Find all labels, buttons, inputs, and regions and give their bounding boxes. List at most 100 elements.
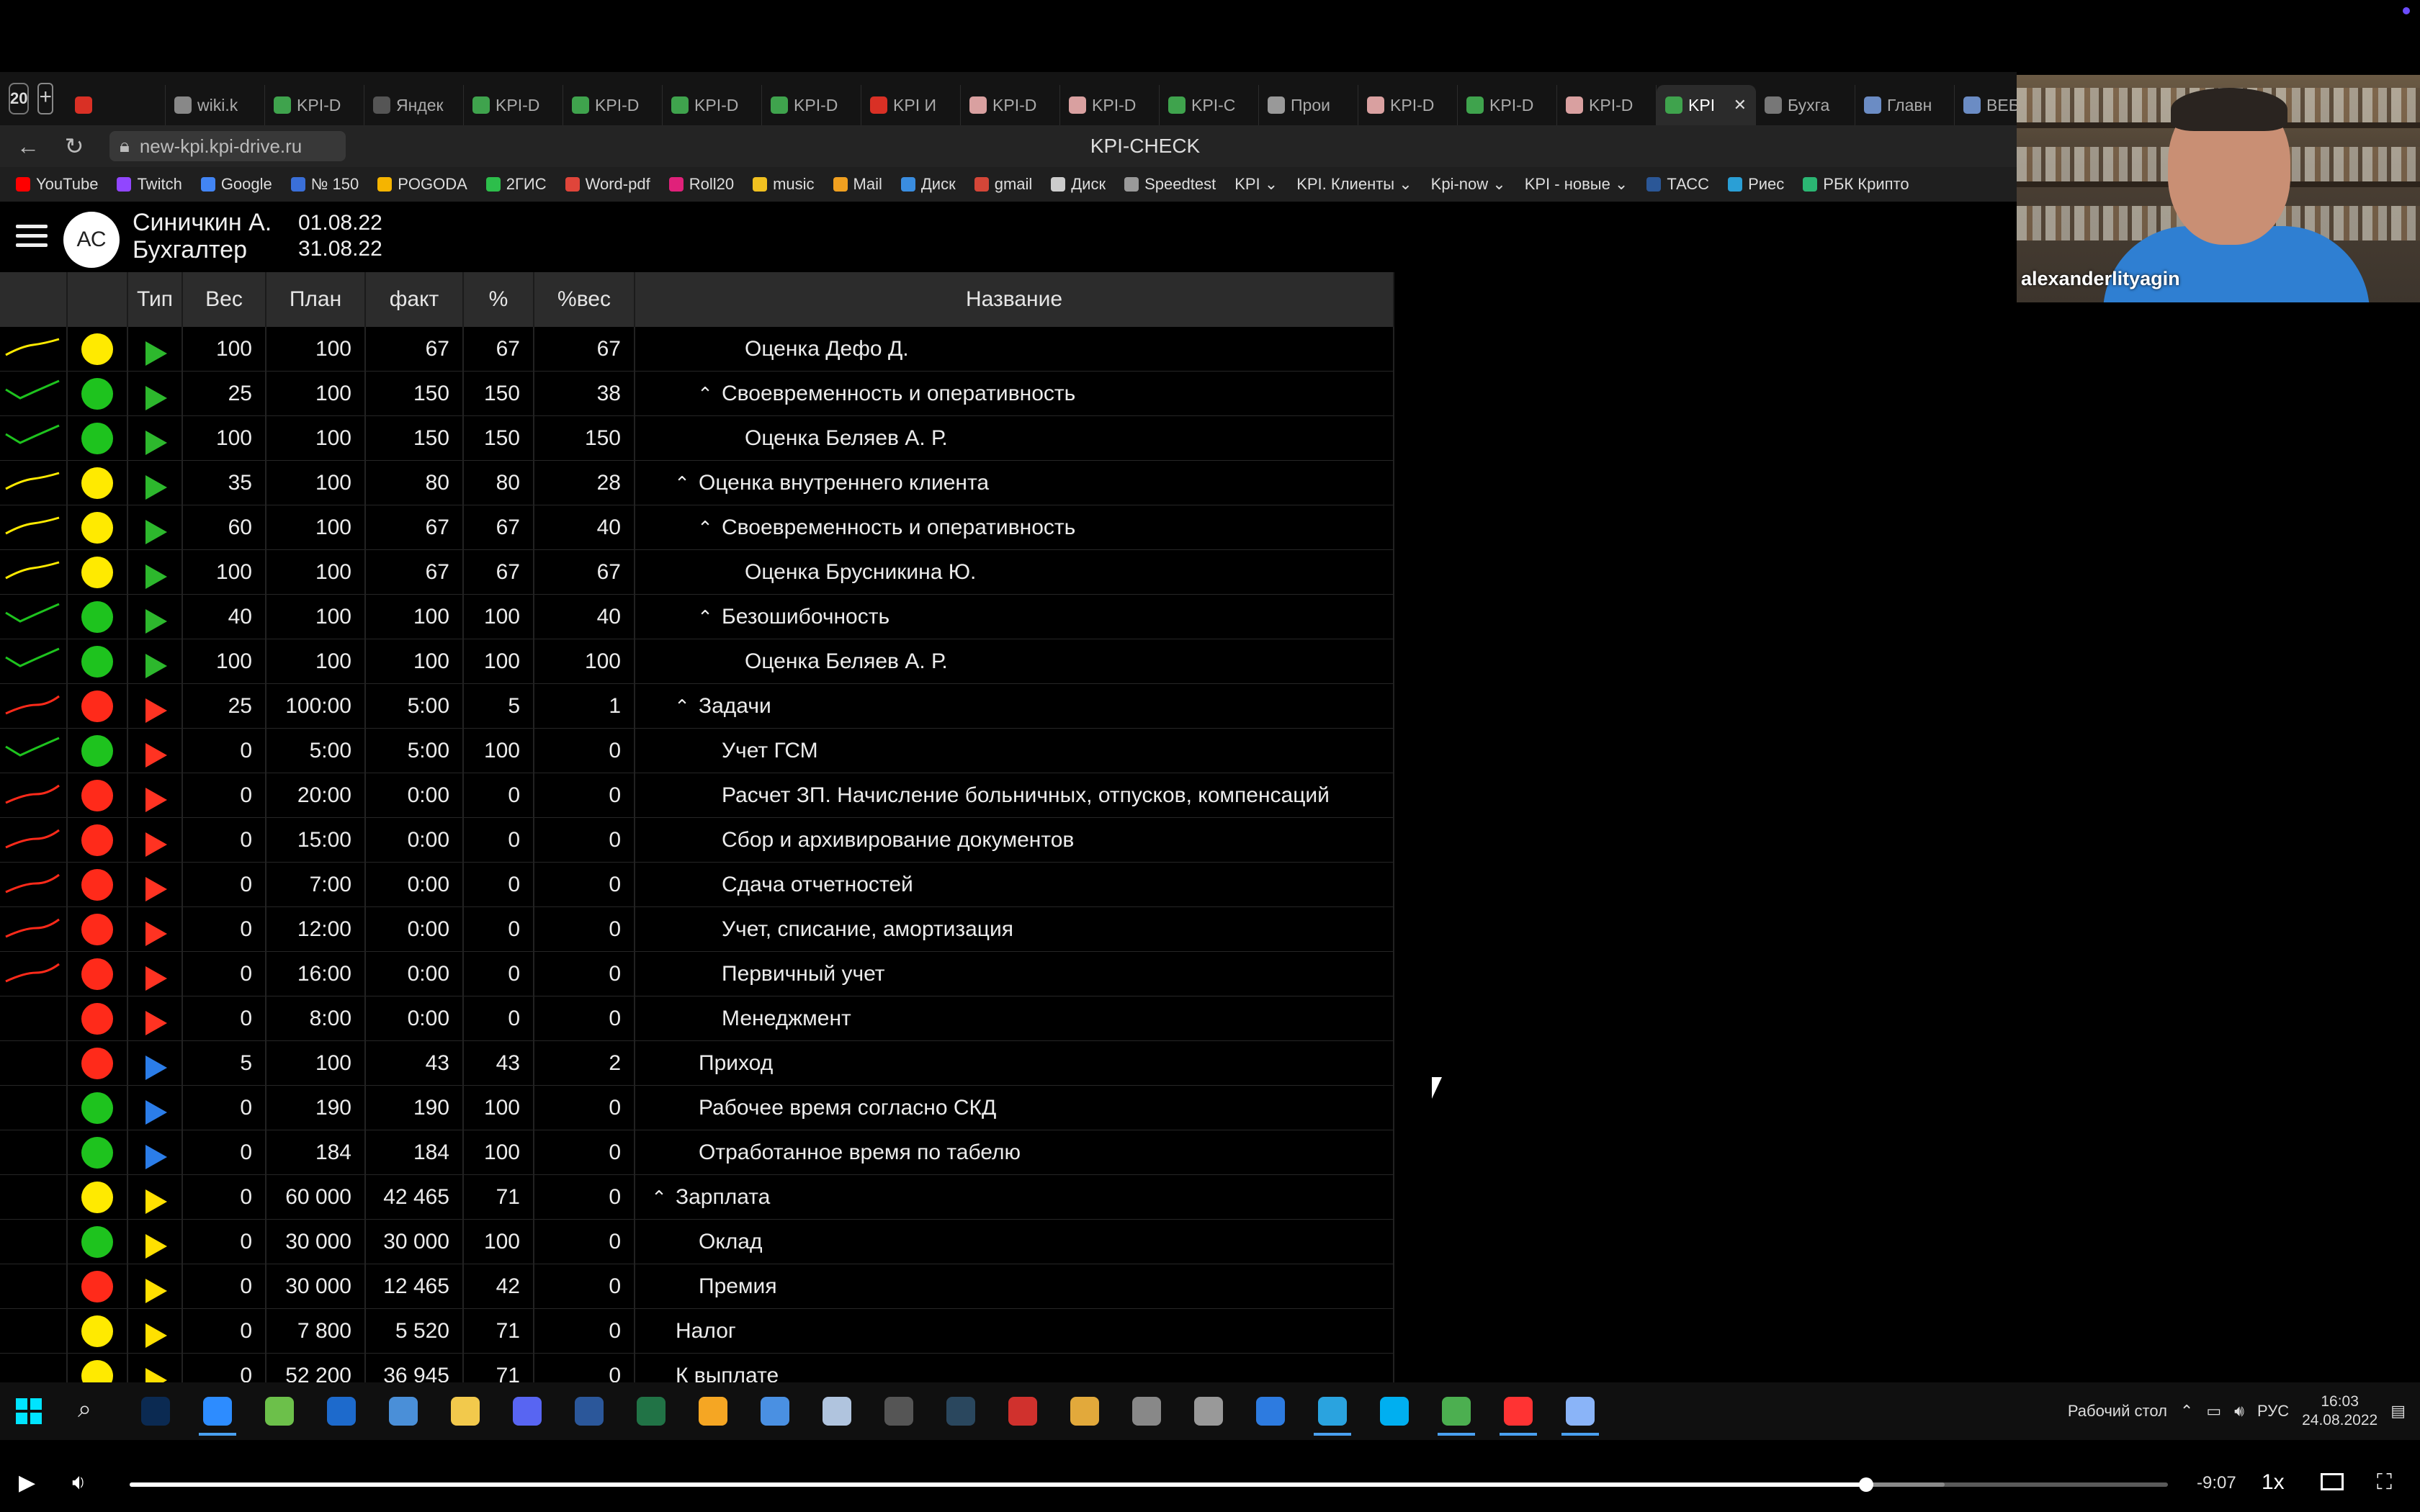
browser-tab[interactable]: KPI-D xyxy=(762,85,862,125)
name-cell[interactable]: Менеджмент xyxy=(635,996,1394,1041)
bookmark-item[interactable]: РБК Крипто xyxy=(1803,175,1909,194)
browser-tab[interactable]: KPI-D xyxy=(1458,85,1558,125)
table-row[interactable]: 25 100 150 150 38 ⌃ Своевременность и оператив… xyxy=(0,371,1394,416)
type-cell[interactable] xyxy=(127,1130,183,1175)
collapse-caret-icon[interactable]: ⌃ xyxy=(696,606,714,629)
notifications-icon[interactable]: ▤ xyxy=(2390,1402,2406,1421)
name-cell[interactable]: Учет, списание, амортизация xyxy=(635,906,1394,952)
network-icon[interactable]: ▭ xyxy=(2206,1402,2221,1421)
play-arrow-icon[interactable] xyxy=(145,519,167,544)
skype-icon[interactable] xyxy=(1380,1397,1409,1426)
play-arrow-icon[interactable] xyxy=(145,832,167,857)
play-arrow-icon[interactable] xyxy=(145,564,167,589)
browser-tab[interactable]: KPI-D xyxy=(663,85,763,125)
name-cell[interactable]: Оценка Дефо Д. xyxy=(635,327,1394,372)
type-cell[interactable] xyxy=(127,862,183,907)
type-cell[interactable] xyxy=(127,460,183,505)
name-cell[interactable]: Оценка Брусникина Ю. xyxy=(635,549,1394,595)
bookmark-item[interactable]: KPI. Клиенты ⌄ xyxy=(1296,175,1412,194)
app-icon[interactable] xyxy=(1194,1397,1223,1426)
collapse-caret-icon[interactable]: ⌃ xyxy=(673,472,691,495)
file-explorer-icon[interactable] xyxy=(451,1397,480,1426)
visio-icon[interactable] xyxy=(327,1397,356,1426)
name-cell[interactable]: Расчет ЗП. Начисление больничных, отпуск… xyxy=(635,773,1394,818)
name-cell[interactable]: Оценка Беляев А. Р. xyxy=(635,415,1394,461)
type-cell[interactable] xyxy=(127,415,183,461)
type-cell[interactable] xyxy=(127,371,183,416)
bookmark-item[interactable]: POGODA xyxy=(377,175,467,194)
name-cell[interactable]: Первичный учет xyxy=(635,951,1394,996)
bookmark-item[interactable]: Speedtest xyxy=(1124,175,1216,194)
browser-tab[interactable]: KPI-D xyxy=(961,85,1061,125)
type-cell[interactable] xyxy=(127,1308,183,1354)
remote-desktop-icon[interactable] xyxy=(761,1397,789,1426)
header-weight[interactable]: Вес xyxy=(182,272,266,327)
table-row[interactable]: 0 16:00 0:00 0 0 Первичный учет xyxy=(0,951,1394,996)
snipping-tool-icon[interactable] xyxy=(1132,1397,1161,1426)
play-arrow-icon[interactable] xyxy=(145,341,167,366)
volume-icon[interactable]: 🔉︎ xyxy=(72,1470,86,1495)
table-row[interactable]: 0 30 000 30 000 100 0 Оклад xyxy=(0,1219,1394,1264)
type-cell[interactable] xyxy=(127,728,183,773)
type-cell[interactable] xyxy=(127,773,183,818)
bookmark-item[interactable]: Roll20 xyxy=(668,175,734,194)
photoshop-icon[interactable] xyxy=(141,1397,170,1426)
app-icon[interactable] xyxy=(265,1397,294,1426)
bookmark-item[interactable]: Word-pdf xyxy=(565,175,650,194)
app-icon[interactable] xyxy=(1008,1397,1037,1426)
header-fact[interactable]: факт xyxy=(365,272,464,327)
bookmark-item[interactable]: gmail xyxy=(974,175,1032,194)
table-row[interactable]: 35 100 80 80 28 ⌃ Оценка внутреннего клиента xyxy=(0,460,1394,505)
telegram-icon[interactable] xyxy=(1314,1397,1351,1436)
type-cell[interactable] xyxy=(127,683,183,729)
table-row[interactable]: 100 100 67 67 67 Оценка Брусникина Ю. xyxy=(0,549,1394,595)
play-arrow-icon[interactable] xyxy=(145,698,167,723)
address-bar[interactable]: 🔒︎ new-kpi.kpi-drive.ru xyxy=(109,131,346,161)
name-cell[interactable]: ⌃ Оценка внутреннего клиента xyxy=(635,460,1394,505)
crop-icon[interactable] xyxy=(1256,1397,1285,1426)
name-cell[interactable]: Оценка Беляев А. Р. xyxy=(635,639,1394,684)
discord-icon[interactable] xyxy=(513,1397,542,1426)
seek-handle[interactable] xyxy=(1859,1477,1873,1492)
table-row[interactable]: 5 100 43 43 2 Приход xyxy=(0,1040,1394,1086)
type-cell[interactable] xyxy=(127,505,183,550)
clock[interactable]: 16:03 24.08.2022 xyxy=(2302,1392,2378,1430)
browser-tab[interactable]: Бухга xyxy=(1756,85,1856,125)
play-arrow-icon[interactable] xyxy=(145,608,167,634)
type-cell[interactable] xyxy=(127,639,183,684)
playback-speed-button[interactable]: 1x xyxy=(2262,1470,2285,1495)
play-arrow-icon[interactable] xyxy=(145,1099,167,1125)
browser-tab[interactable]: KPI-D xyxy=(265,85,365,125)
notepad-icon[interactable] xyxy=(1561,1397,1599,1436)
table-row[interactable]: 07 800 5 520 71 0 Налог xyxy=(0,1308,1394,1354)
language-indicator[interactable]: РУС xyxy=(2257,1402,2289,1421)
name-cell[interactable]: Сдача отчетностей xyxy=(635,862,1394,907)
name-cell[interactable]: Отработанное время по табелю xyxy=(635,1130,1394,1175)
play-arrow-icon[interactable] xyxy=(145,876,167,901)
table-row[interactable]: 0 7:00 0:00 0 0 Сдача отчетностей xyxy=(0,862,1394,907)
collapse-caret-icon[interactable]: ⌃ xyxy=(673,696,691,718)
table-row[interactable]: 0 8:00 0:00 0 0 Менеджмент xyxy=(0,996,1394,1041)
name-cell[interactable]: Оклад xyxy=(635,1219,1394,1264)
type-cell[interactable] xyxy=(127,549,183,595)
type-cell[interactable] xyxy=(127,996,183,1041)
table-row[interactable]: 0 5:00 5:00 100 0 Учет ГСМ xyxy=(0,728,1394,773)
play-arrow-icon[interactable] xyxy=(145,1233,167,1259)
seek-bar[interactable] xyxy=(130,1477,2168,1492)
bookmark-item[interactable]: № 150 xyxy=(290,175,359,194)
browser-tab[interactable]: KPI-D xyxy=(1060,85,1160,125)
windows-start-icon[interactable] xyxy=(16,1398,42,1424)
type-cell[interactable] xyxy=(127,906,183,952)
search-icon[interactable]: ⌕ xyxy=(78,1395,91,1423)
table-row[interactable]: 0 12:00 0:00 0 0 Учет, списание, амортизация xyxy=(0,906,1394,952)
tab-count-button[interactable]: 20 xyxy=(9,83,30,114)
bookmark-item[interactable]: Диск xyxy=(1051,175,1106,194)
period-dates[interactable]: 01.08.22 31.08.22 xyxy=(298,210,382,262)
table-row[interactable]: 0 190 190 100 0 Рабочее время согласно СКД xyxy=(0,1085,1394,1130)
name-cell[interactable]: ⌃ Своевременность и оперативность xyxy=(635,505,1394,550)
name-cell[interactable]: Приход xyxy=(635,1040,1394,1086)
type-cell[interactable] xyxy=(127,1174,183,1220)
type-cell[interactable] xyxy=(127,1219,183,1264)
obs-icon[interactable] xyxy=(884,1397,913,1426)
play-arrow-icon[interactable] xyxy=(145,1010,167,1035)
